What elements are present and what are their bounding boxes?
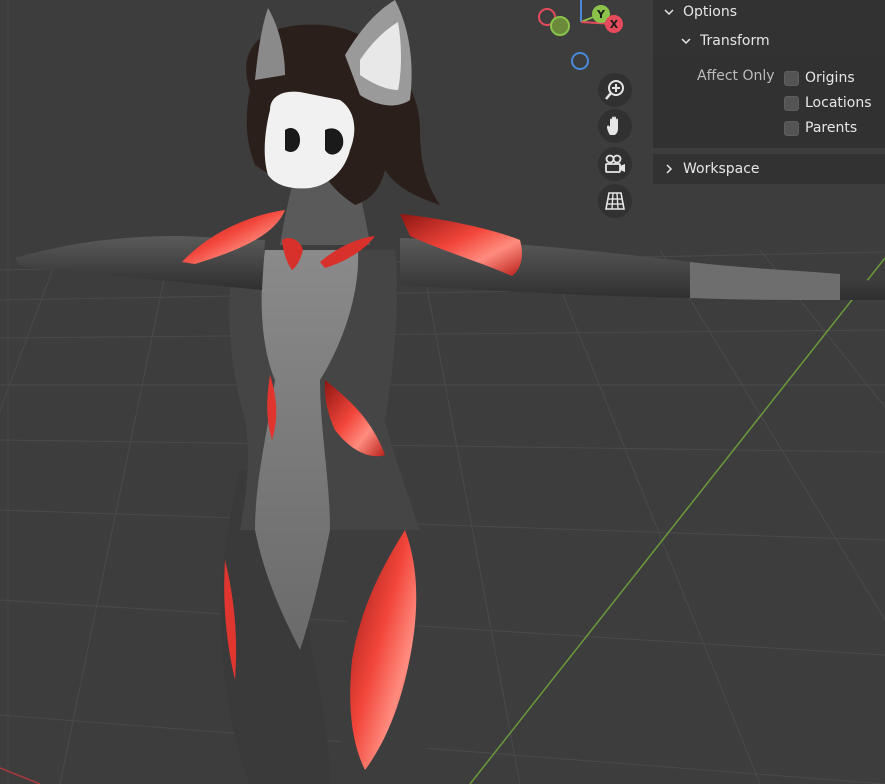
chevron-down-icon xyxy=(678,33,694,49)
checkbox-label: Parents xyxy=(805,120,858,136)
checkbox-box[interactable] xyxy=(784,95,799,111)
affect-only-label: Affect Only xyxy=(697,68,775,84)
options-title: Options xyxy=(683,4,738,20)
x-axis-line xyxy=(469,257,885,784)
zoom-icon xyxy=(605,80,624,100)
zoom-button[interactable] xyxy=(598,73,632,107)
options-panel: Options Transform Affect Only Origins Lo… xyxy=(653,0,885,184)
camera-view-button[interactable] xyxy=(598,147,632,181)
options-header[interactable]: Options xyxy=(661,0,737,24)
checkbox-box[interactable] xyxy=(784,70,799,86)
checkbox-box[interactable] xyxy=(784,120,799,136)
checkbox-label: Origins xyxy=(805,70,855,86)
y-axis-line xyxy=(0,767,41,784)
gizmo-y-label: Y xyxy=(596,8,606,21)
transform-title: Transform xyxy=(700,33,770,49)
transform-header[interactable]: Transform xyxy=(678,29,770,53)
checkbox-label: Locations xyxy=(805,95,872,111)
perspective-grid-icon xyxy=(605,192,625,210)
gizmo-x-label: X xyxy=(610,18,619,31)
checkbox-locations[interactable]: Locations xyxy=(784,93,872,113)
hand-pan-icon xyxy=(607,116,618,135)
transform-section: Affect Only Origins Locations Parents xyxy=(653,56,885,148)
perspective-toggle-button[interactable] xyxy=(598,184,632,218)
gizmo-neg-y-circle[interactable] xyxy=(550,16,570,36)
gizmo-neg-z-circle[interactable] xyxy=(571,52,589,70)
checkbox-origins[interactable]: Origins xyxy=(784,68,855,88)
camera-view-icon xyxy=(605,154,625,173)
workspace-header[interactable]: Workspace xyxy=(661,157,760,181)
pan-button[interactable] xyxy=(598,109,632,143)
workspace-title: Workspace xyxy=(683,161,760,177)
chevron-down-icon xyxy=(661,4,677,20)
chevron-right-icon xyxy=(661,161,677,177)
checkbox-parents[interactable]: Parents xyxy=(784,118,857,138)
orientation-gizmo[interactable]: Y X xyxy=(533,0,623,80)
3d-viewport[interactable]: Y X Options Transform Affect Only Origin… xyxy=(0,0,885,784)
